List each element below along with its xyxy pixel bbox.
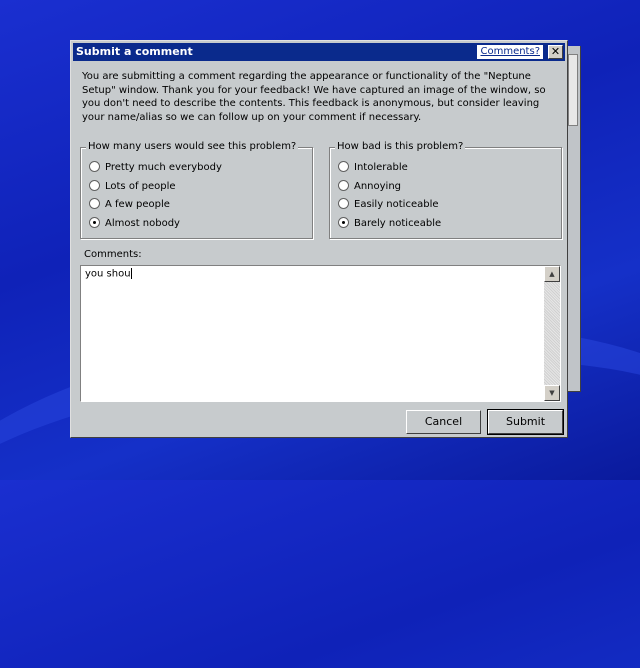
radio-label: Lots of people: [105, 181, 176, 192]
radio-button[interactable]: [89, 179, 100, 191]
radio-label: A few people: [105, 199, 170, 210]
scroll-down-button[interactable]: ▼: [544, 385, 560, 401]
radio-option-pretty-much-everybody[interactable]: Pretty much everybody: [89, 160, 222, 175]
users-group-legend: How many users would see this problem?: [86, 141, 299, 152]
radio-button[interactable]: [89, 197, 100, 209]
comments-text[interactable]: you shou: [85, 268, 132, 280]
radio-label: Easily noticeable: [354, 199, 439, 210]
radio-button-selected[interactable]: [89, 216, 100, 228]
radio-option-intolerable[interactable]: Intolerable: [338, 160, 408, 175]
scroll-down-arrow-icon: ▼: [549, 389, 555, 397]
comments-link[interactable]: Comments?: [477, 45, 543, 59]
title-bar: Submit a comment Comments? ✕: [73, 43, 565, 61]
dialog-title: Submit a comment: [76, 45, 193, 58]
radio-label: Almost nobody: [105, 218, 180, 229]
severity-group-legend: How bad is this problem?: [335, 141, 466, 152]
radio-button[interactable]: [338, 160, 349, 172]
submit-button[interactable]: Submit: [487, 409, 564, 435]
cancel-button[interactable]: Cancel: [406, 410, 481, 434]
radio-button[interactable]: [89, 160, 100, 172]
radio-label: Annoying: [354, 181, 402, 192]
text-caret: [130, 268, 132, 279]
radio-button[interactable]: [338, 197, 349, 209]
intro-text: You are submitting a comment regarding t…: [82, 71, 546, 123]
comments-label: Comments:: [84, 249, 142, 260]
radio-option-lots-of-people[interactable]: Lots of people: [89, 179, 176, 194]
radio-option-barely-noticeable[interactable]: Barely noticeable: [338, 216, 442, 231]
radio-label: Pretty much everybody: [105, 162, 222, 173]
background-window-scrollbar: [568, 54, 578, 126]
background-window-edge: [566, 46, 581, 392]
scroll-up-arrow-icon: ▲: [549, 270, 555, 278]
radio-option-almost-nobody[interactable]: Almost nobody: [89, 216, 180, 231]
radio-button-selected[interactable]: [338, 216, 349, 228]
radio-option-a-few-people[interactable]: A few people: [89, 197, 170, 212]
submit-comment-dialog: Submit a comment Comments? ✕ You are sub…: [70, 40, 568, 438]
radio-label: Intolerable: [354, 162, 408, 173]
radio-button[interactable]: [338, 179, 349, 191]
users-group: How many users would see this problem? P…: [80, 141, 313, 239]
radio-option-easily-noticeable[interactable]: Easily noticeable: [338, 197, 439, 212]
close-button[interactable]: ✕: [548, 45, 563, 59]
radio-label: Barely noticeable: [354, 218, 442, 229]
scroll-up-button[interactable]: ▲: [544, 266, 560, 282]
radio-option-annoying[interactable]: Annoying: [338, 179, 402, 194]
comments-scrollbar[interactable]: ▲ ▼: [544, 266, 560, 401]
close-icon: ✕: [550, 45, 561, 58]
severity-group: How bad is this problem? Intolerable Ann…: [329, 141, 562, 239]
comments-value: you shou: [85, 268, 131, 280]
comments-textarea[interactable]: you shou ▲ ▼: [80, 265, 561, 402]
